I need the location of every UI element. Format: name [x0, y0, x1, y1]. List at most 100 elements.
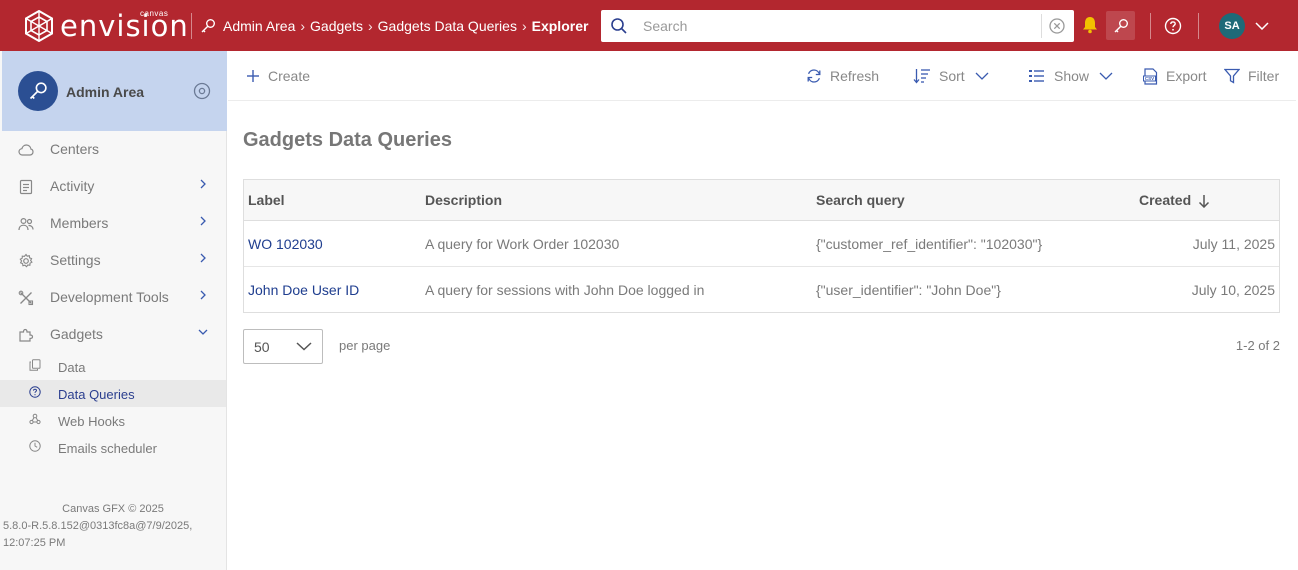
chevron-right-icon: › — [367, 17, 373, 34]
sidebar-item-centers[interactable]: Centers — [0, 131, 226, 168]
search-icon — [611, 18, 627, 34]
breadcrumb: Admin Area › Gadgets › Gadgets Data Quer… — [200, 0, 588, 51]
version-string: 5.8.0-R.5.8.152@0313fc8a@7/9/2025, — [3, 520, 193, 532]
filter-button[interactable]: Filter — [1224, 51, 1279, 101]
clock-icon — [29, 440, 41, 452]
sidebar-subitem-data[interactable]: Data — [0, 353, 226, 380]
sort-icon — [913, 69, 930, 84]
version-time: 12:07:25 PM — [3, 537, 66, 549]
column-header-search-query[interactable]: Search query — [816, 192, 905, 208]
filter-icon — [1224, 68, 1240, 84]
refresh-label: Refresh — [830, 68, 880, 84]
sort-dropdown[interactable]: Sort — [913, 51, 989, 101]
copy-icon — [29, 359, 41, 371]
create-label: Create — [268, 68, 311, 84]
chevron-right-icon: › — [521, 17, 527, 34]
row-created: July 11, 2025 — [1192, 236, 1275, 252]
divider — [1041, 14, 1042, 38]
row-search-query: {"user_identifier": "John Doe"} — [816, 282, 1001, 298]
sidebar-item-members[interactable]: Members — [0, 205, 226, 242]
sidebar-subitem-label: Data Queries — [58, 387, 135, 402]
logo-mark-icon — [25, 10, 53, 42]
sidebar-item-settings[interactable]: Settings — [0, 242, 226, 279]
sidebar-item-activity[interactable]: Activity — [0, 168, 226, 205]
chevron-right-icon — [200, 179, 206, 189]
sidebar-subitem-data-queries[interactable]: Data Queries — [0, 380, 226, 407]
sidebar-subitem-label: Emails scheduler — [58, 441, 157, 456]
per-page-label: per page — [339, 338, 391, 353]
column-header-created[interactable]: Created — [1139, 192, 1191, 208]
breadcrumb-gadgets[interactable]: Gadgets — [310, 18, 363, 34]
show-dropdown[interactable]: Show — [1028, 51, 1113, 101]
sidebar-item-label: Centers — [50, 141, 100, 157]
per-page-value: 50 — [254, 339, 270, 355]
tools-icon — [18, 290, 34, 306]
per-page-select[interactable]: 50 — [243, 329, 323, 364]
clear-search-icon[interactable] — [1048, 17, 1066, 35]
columns-icon — [1029, 70, 1044, 82]
chevron-down-icon[interactable] — [1255, 22, 1269, 30]
table-row[interactable]: John Doe User ID A query for sessions wi… — [244, 267, 1279, 313]
export-button[interactable]: CSV Export — [1143, 51, 1206, 101]
avatar[interactable]: SA — [1219, 13, 1245, 39]
divider — [1150, 13, 1151, 39]
help-button[interactable] — [1163, 16, 1183, 36]
top-bar: canvas envision Admin Area › Gadgets › G… — [0, 0, 1298, 51]
chevron-right-icon — [200, 290, 206, 300]
sidebar-subitem-label: Data — [58, 360, 86, 375]
sidebar-item-label: Activity — [50, 178, 95, 194]
activity-icon — [19, 179, 33, 195]
sidebar-item-label: Members — [50, 215, 109, 231]
chevron-down-icon — [1099, 72, 1113, 80]
help-icon — [1164, 17, 1182, 35]
svg-text:CSV: CSV — [1145, 76, 1154, 81]
target-icon[interactable] — [193, 82, 211, 100]
search-input[interactable] — [643, 16, 1033, 36]
column-header-description[interactable]: Description — [425, 192, 502, 208]
row-label-link[interactable]: John Doe User ID — [248, 282, 359, 298]
copyright: Canvas GFX © 2025 — [62, 503, 164, 515]
sidebar-subitem-label: Web Hooks — [58, 414, 125, 429]
column-header-label[interactable]: Label — [248, 192, 285, 208]
arrow-down-icon[interactable] — [1198, 194, 1210, 208]
search-box — [601, 10, 1074, 42]
sidebar-subitem-web-hooks[interactable]: Web Hooks — [0, 407, 226, 434]
create-button[interactable]: Create — [246, 51, 310, 101]
table-row[interactable]: WO 102030 A query for Work Order 102030 … — [244, 221, 1279, 267]
export-label: Export — [1166, 68, 1207, 84]
key-icon — [29, 82, 47, 100]
pagination-range: 1-2 of 2 — [1235, 338, 1280, 353]
refresh-button[interactable]: Refresh — [806, 51, 879, 101]
csv-file-icon: CSV — [1143, 67, 1158, 85]
refresh-icon — [807, 69, 821, 83]
webhook-icon — [29, 413, 41, 425]
notifications-button[interactable] — [1080, 15, 1100, 35]
sidebar-item-gadgets[interactable]: Gadgets — [0, 316, 226, 353]
breadcrumb-explorer: Explorer — [531, 17, 589, 34]
row-search-query: {"customer_ref_identifier": "102030"} — [816, 236, 1043, 252]
members-icon — [18, 217, 34, 231]
chevron-down-icon — [975, 72, 989, 80]
sidebar: Admin Area Centers Activity Members Sett… — [0, 51, 227, 570]
sidebar-header: Admin Area — [2, 51, 227, 131]
envision-logo[interactable]: canvas envision — [24, 9, 189, 43]
row-description: A query for sessions with John Doe logge… — [425, 282, 705, 298]
row-label-link[interactable]: WO 102030 — [248, 236, 323, 252]
bell-icon — [1083, 17, 1097, 34]
plus-icon — [247, 70, 259, 82]
page-title: Gadgets Data Queries — [243, 129, 452, 151]
key-icon — [201, 18, 215, 32]
brand-name: envision — [60, 9, 189, 43]
breadcrumb-admin-area[interactable]: Admin Area — [223, 18, 295, 34]
row-created: July 10, 2025 — [1191, 282, 1275, 298]
sidebar-subitem-emails-scheduler[interactable]: Emails scheduler — [0, 434, 226, 461]
chevron-right-icon: › — [300, 17, 306, 34]
gear-icon — [19, 253, 33, 268]
key-icon — [1114, 18, 1128, 32]
breadcrumb-gadgets-data-queries[interactable]: Gadgets Data Queries — [378, 18, 517, 34]
data-queries-table: Label Description Search query Created W… — [243, 179, 1280, 313]
admin-area-button[interactable] — [1106, 11, 1135, 40]
chevron-down-icon — [296, 342, 312, 351]
sidebar-item-development-tools[interactable]: Development Tools — [0, 279, 226, 316]
show-label: Show — [1054, 68, 1090, 84]
